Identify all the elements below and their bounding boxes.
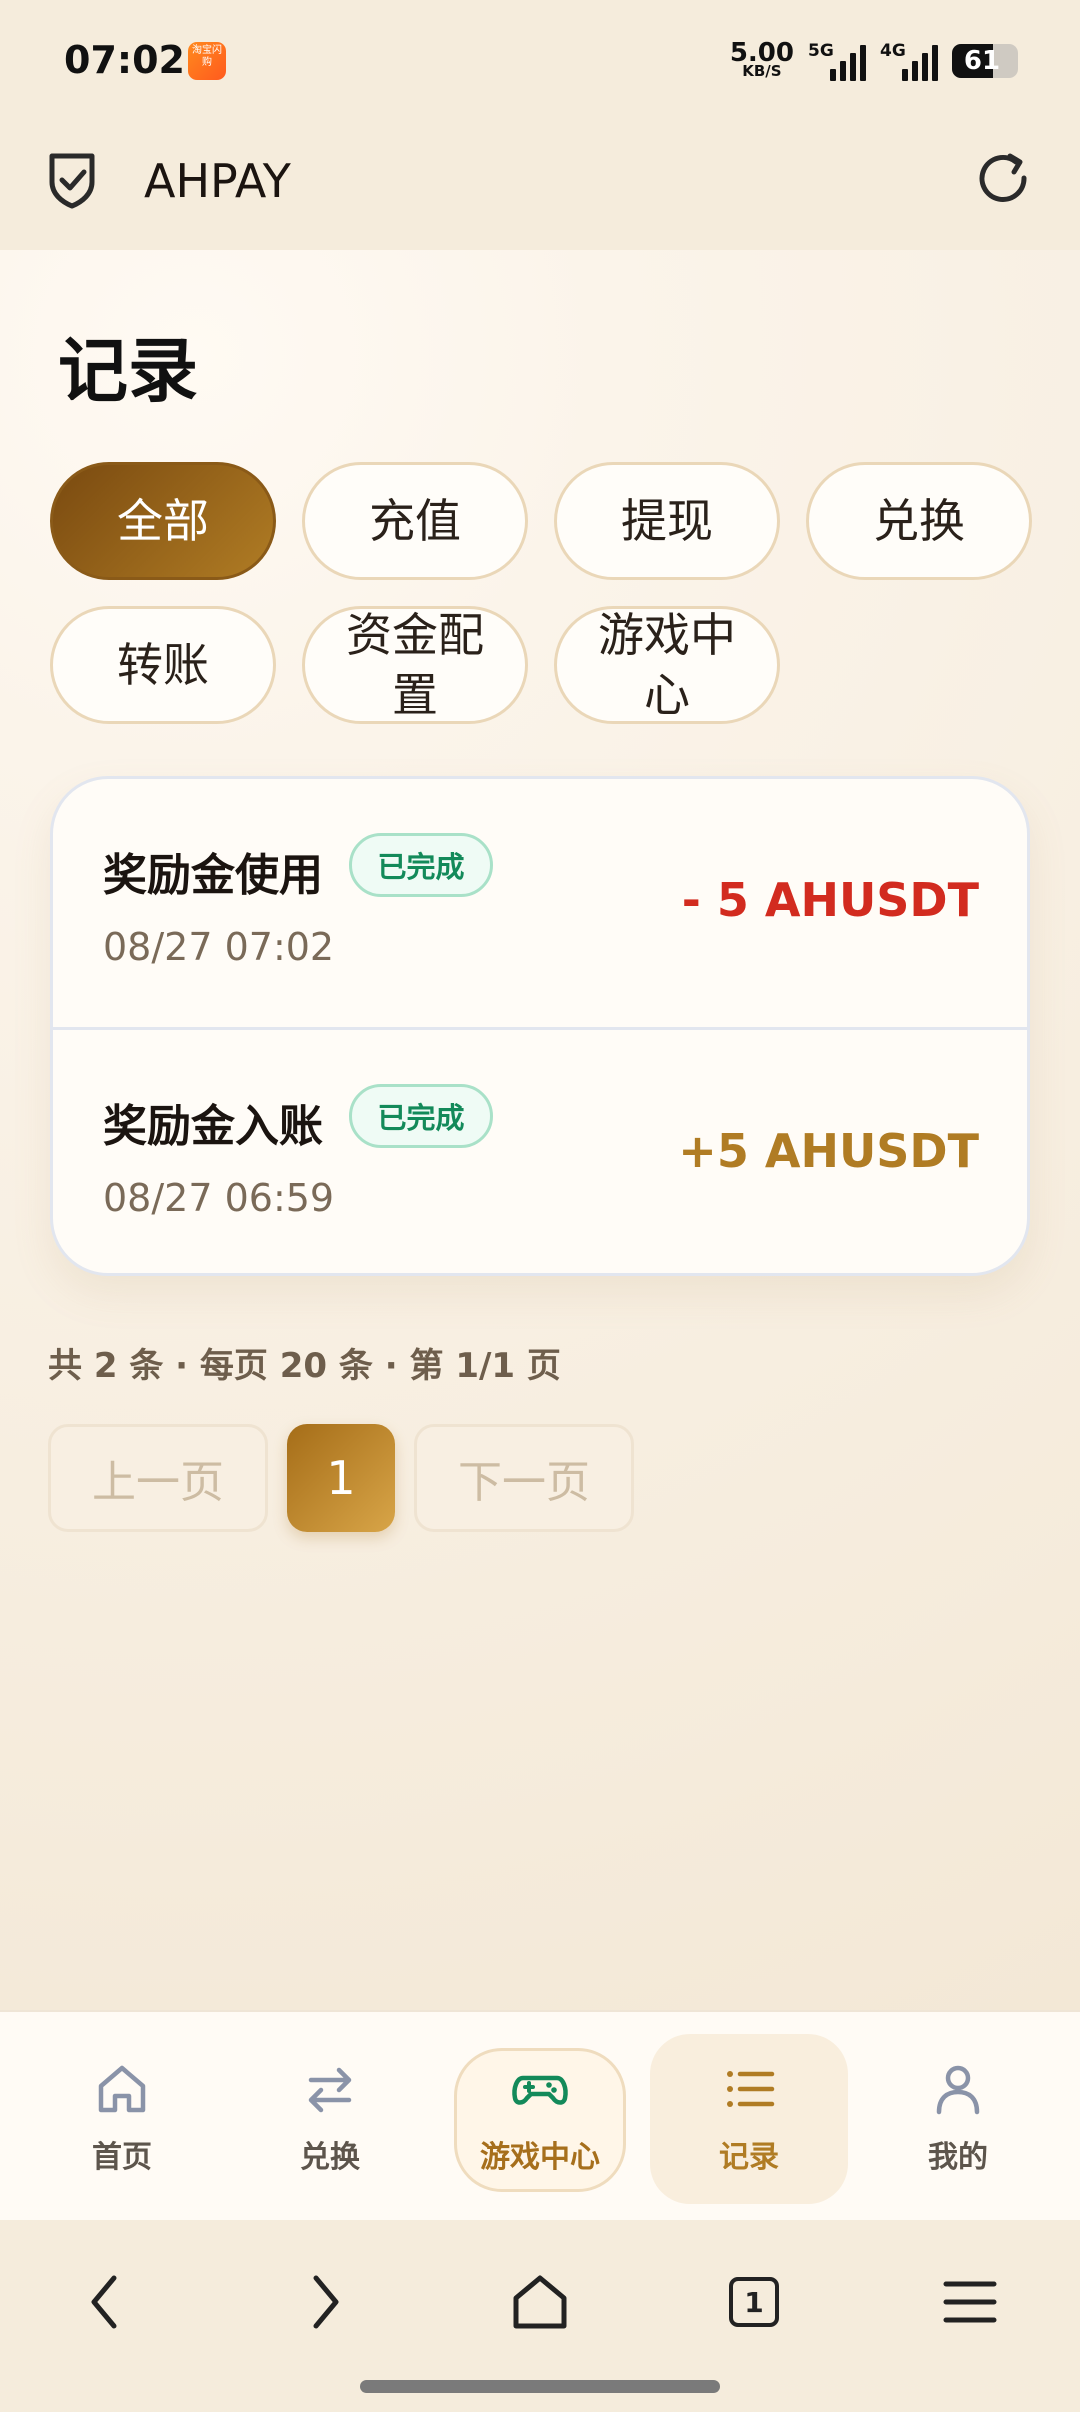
next-page-button[interactable]: 下一页 <box>414 1424 634 1532</box>
back-icon[interactable] <box>68 2264 144 2340</box>
record-title: 奖励金入账 <box>103 1101 323 1152</box>
signal-5g-icon: 5G <box>808 41 866 81</box>
status-time: 07:02 <box>64 38 185 82</box>
nav-profile[interactable]: 我的 <box>858 2012 1058 2222</box>
signal-4g-label: 4G <box>880 41 906 61</box>
app-title: AHPAY <box>144 154 291 208</box>
nav-exchange[interactable]: 兑换 <box>230 2012 430 2222</box>
nav-home[interactable]: 首页 <box>22 2012 222 2222</box>
tabs-button[interactable]: 1 <box>716 2264 792 2340</box>
page-title: 记录 <box>58 330 198 412</box>
filter-chip-withdraw[interactable]: 提现 <box>554 462 780 580</box>
filter-chip-all[interactable]: 全部 <box>50 462 276 580</box>
taobao-app-icon: 淘宝闪购 <box>188 42 226 80</box>
home-page-icon[interactable] <box>502 2264 578 2340</box>
swap-icon <box>308 2067 352 2113</box>
bottom-nav: 首页 兑换 游戏中心 记录 我的 <box>0 2010 1080 2222</box>
filter-chip-recharge[interactable]: 充值 <box>302 462 528 580</box>
menu-icon[interactable] <box>932 2264 1008 2340</box>
record-time: 08/27 06:59 <box>103 1176 335 1220</box>
battery-icon: 61 <box>952 44 1018 78</box>
current-page-button[interactable]: 1 <box>287 1424 395 1532</box>
prev-page-button[interactable]: 上一页 <box>48 1424 268 1532</box>
records-list: 奖励金使用 已完成 08/27 07:02 - 5 AHUSDT 奖励金入账 已… <box>50 776 1030 1276</box>
filter-chip-exchange[interactable]: 兑换 <box>806 462 1032 580</box>
tab-count: 1 <box>729 2277 779 2327</box>
filter-chip-game-center[interactable]: 游戏中心 <box>554 606 780 724</box>
signal-4g-icon: 4G <box>880 41 938 81</box>
list-icon <box>727 2071 775 2107</box>
status-indicators: 5.00 KB/S 5G 4G 61 <box>730 36 1018 86</box>
status-badge: 已完成 <box>349 833 493 897</box>
nav-game-center-label: 游戏中心 <box>480 2140 600 2175</box>
forward-icon[interactable] <box>286 2264 362 2340</box>
user-icon <box>936 2065 980 2115</box>
shield-check-icon <box>49 153 95 209</box>
home-indicator[interactable] <box>360 2380 720 2393</box>
filter-chip-fund-config[interactable]: 资金配置 <box>302 606 528 724</box>
record-item[interactable]: 奖励金使用 已完成 08/27 07:02 - 5 AHUSDT <box>53 779 1027 1027</box>
record-item[interactable]: 奖励金入账 已完成 08/27 06:59 +5 AHUSDT <box>53 1027 1027 1273</box>
nav-records[interactable]: 记录 <box>649 2012 849 2222</box>
refresh-icon[interactable] <box>972 148 1036 212</box>
records-page: 记录 全部 充值 提现 兑换 转账 资金配置 游戏中心 奖励金使用 已完成 08… <box>0 250 1080 2010</box>
battery-level: 61 <box>963 46 1001 76</box>
pagination-summary: 共 2 条 · 每页 20 条 · 第 1/1 页 <box>48 1346 561 1386</box>
nav-home-label: 首页 <box>92 2140 152 2175</box>
record-amount: - 5 AHUSDT <box>681 873 979 927</box>
status-bar: 07:02 淘宝闪购 5.00 KB/S 5G 4G 61 <box>0 0 1080 120</box>
nav-profile-label: 我的 <box>928 2140 988 2175</box>
status-badge: 已完成 <box>349 1084 493 1148</box>
nav-exchange-label: 兑换 <box>300 2140 360 2175</box>
gamepad-icon <box>512 2075 568 2105</box>
network-speed: 5.00 KB/S <box>730 40 794 79</box>
nav-game-center[interactable]: 游戏中心 <box>440 2012 640 2222</box>
nav-records-label: 记录 <box>719 2140 779 2175</box>
record-time: 08/27 07:02 <box>103 925 335 969</box>
filter-chip-transfer[interactable]: 转账 <box>50 606 276 724</box>
signal-5g-label: 5G <box>808 41 834 61</box>
app-bar: AHPAY <box>0 120 1080 250</box>
home-icon <box>98 2065 146 2113</box>
record-title: 奖励金使用 <box>103 850 323 901</box>
record-amount: +5 AHUSDT <box>678 1124 979 1178</box>
